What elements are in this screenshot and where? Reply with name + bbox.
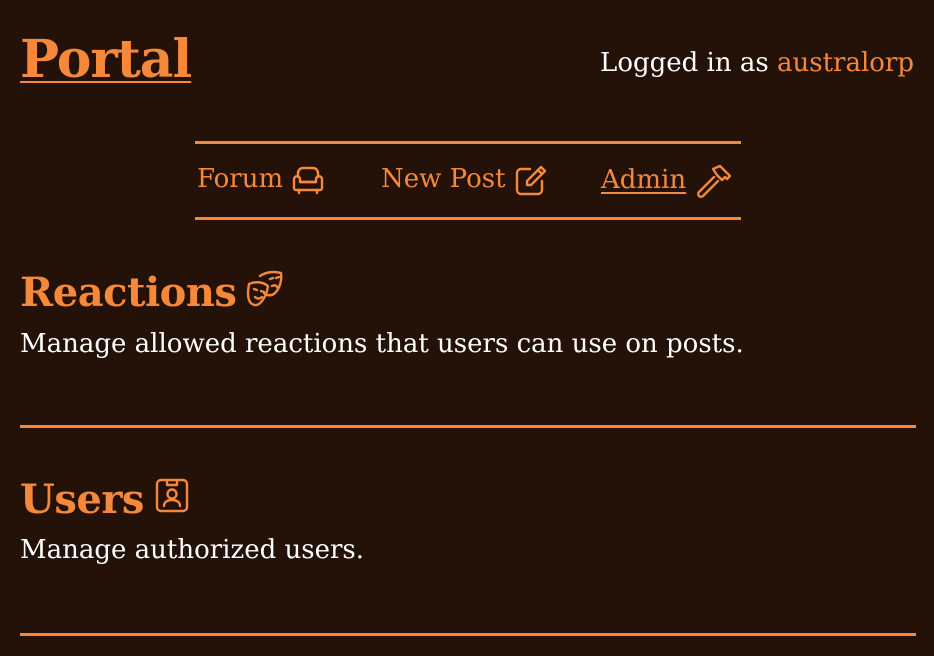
users-description: Manage authorized users. <box>20 535 365 565</box>
reactions-section: Reactions Manage allowed reactions that … <box>20 268 916 360</box>
username-link[interactable]: australorp <box>777 48 914 78</box>
logged-in-label: Logged in as <box>600 48 769 78</box>
masks-theater-icon <box>246 268 284 317</box>
sofa-icon <box>291 165 325 195</box>
site-title-link[interactable]: Portal <box>20 34 192 86</box>
edit-icon <box>514 164 548 196</box>
main-nav: Forum New Post Admin <box>195 141 741 220</box>
nav-item-label: Admin <box>601 165 687 196</box>
nav-item-new-post[interactable]: New Post <box>381 164 548 196</box>
nav-item-forum[interactable]: Forum <box>197 164 325 195</box>
users-section: Users Manage authorized users. <box>20 476 916 566</box>
hammer-icon <box>694 164 732 198</box>
nav-item-admin[interactable]: Admin <box>601 164 732 198</box>
reactions-description: Manage allowed reactions that users can … <box>20 329 744 359</box>
section-divider <box>20 425 916 428</box>
reactions-link[interactable]: Reactions <box>20 270 237 315</box>
section-divider <box>20 633 916 636</box>
reactions-heading: Reactions <box>20 268 916 317</box>
users-heading: Users <box>20 476 916 523</box>
nav-item-label: New Post <box>381 164 506 195</box>
id-badge-icon <box>154 476 190 523</box>
login-status: Logged in as australorp <box>600 48 914 79</box>
users-link[interactable]: Users <box>20 477 144 522</box>
nav-item-label: Forum <box>197 164 284 194</box>
